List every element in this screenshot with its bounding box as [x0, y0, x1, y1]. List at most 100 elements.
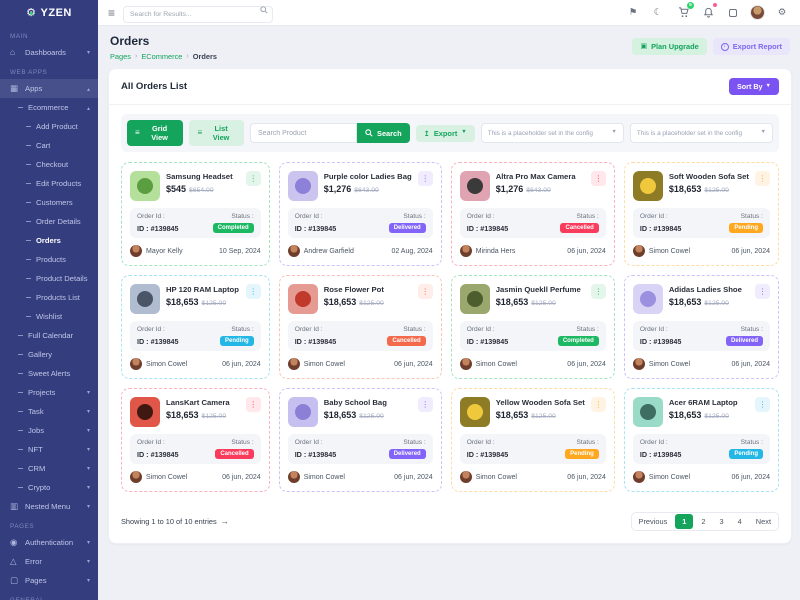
product-thumbnail — [633, 284, 663, 314]
sidebar-item-apps[interactable]: ▦Apps▾ — [0, 79, 98, 98]
pagination-previous[interactable]: Previous — [632, 514, 675, 529]
order-id-label: Order Id : — [640, 213, 668, 220]
sidebar-item-nested-menu[interactable]: ▥Nested Menu▾ — [0, 497, 98, 516]
app-logo[interactable]: ⚙ YZEN — [0, 0, 98, 26]
card-menu-button[interactable]: ⋮ — [246, 171, 261, 186]
sidebar-item-add-product[interactable]: Add Product — [0, 117, 98, 136]
sidebar-item-product-details[interactable]: Product Details — [0, 269, 98, 288]
card-menu-button[interactable]: ⋮ — [246, 397, 261, 412]
product-info: LansKart Camera$18,653$125.00 — [166, 397, 240, 420]
order-info-box: Order Id :Status :ID : #139845Delivered — [288, 208, 433, 238]
list-view-button[interactable]: ≡ List View — [189, 120, 244, 146]
user-avatar[interactable] — [750, 5, 765, 20]
card-menu-button[interactable]: ⋮ — [755, 397, 770, 412]
sidebar-item-orders[interactable]: Orders — [0, 231, 98, 250]
sidebar-item-edit-products[interactable]: Edit Products — [0, 174, 98, 193]
sidebar-item-products-list[interactable]: Products List — [0, 288, 98, 307]
plan-upgrade-label: Plan Upgrade — [651, 42, 699, 51]
status-label: Status : — [576, 326, 598, 333]
grid-view-button[interactable]: ≡ Grid View — [127, 120, 183, 146]
card-menu-button[interactable]: ⋮ — [591, 284, 606, 299]
card-menu-button[interactable]: ⋮ — [246, 284, 261, 299]
product-name: Samsung Headset — [166, 172, 240, 181]
filter-select-1-value: This is a placeholder set in the config — [488, 130, 608, 137]
card-menu-button[interactable]: ⋮ — [418, 284, 433, 299]
pages-icon: ▢ — [10, 576, 20, 585]
sidebar-item-ecommerce[interactable]: Ecommerce▾ — [0, 98, 98, 117]
sidebar-item-gallery[interactable]: Gallery — [0, 345, 98, 364]
order-card-footer: Mayor Kelly10 Sep, 2024 — [130, 245, 261, 257]
card-menu-button[interactable]: ⋮ — [755, 284, 770, 299]
sidebar-item-checkout[interactable]: Checkout — [0, 155, 98, 174]
status-badge: Cancelled — [215, 449, 253, 459]
sidebar-item-dashboards[interactable]: ⌂Dashboards▾ — [0, 43, 98, 62]
sidebar-item-crm[interactable]: CRM▾ — [0, 459, 98, 478]
flag-icon[interactable]: ⚑ — [625, 5, 641, 21]
breadcrumb-current: Orders — [193, 52, 217, 61]
filter-select-2[interactable]: This is a placeholder set in the config … — [630, 123, 773, 143]
sidebar-item-error[interactable]: △Error▾ — [0, 552, 98, 571]
pagination-page-3[interactable]: 3 — [713, 514, 731, 529]
card-menu-button[interactable]: ⋮ — [418, 171, 433, 186]
sidebar-item-jobs[interactable]: Jobs▾ — [0, 421, 98, 440]
sidebar-item-customers[interactable]: Customers — [0, 193, 98, 212]
status-badge: Completed — [558, 336, 599, 346]
chevron-down-icon: ▾ — [87, 466, 90, 472]
sort-by-label: Sort By — [737, 82, 763, 91]
breadcrumb-link[interactable]: ECommerce — [141, 52, 182, 61]
card-menu-button[interactable]: ⋮ — [755, 171, 770, 186]
sidebar-nav: MAIN⌂Dashboards▾WEB APPS▦Apps▾Ecommerce▾… — [0, 26, 98, 600]
export-report-label: Export Report — [733, 42, 782, 51]
order-labels-row: Order Id :Status : — [137, 213, 254, 220]
plan-upgrade-button[interactable]: ▣ Plan Upgrade — [632, 38, 706, 55]
sidebar-item-pages[interactable]: ▢Pages▾ — [0, 571, 98, 590]
product-price: $18,653$125.00 — [496, 410, 585, 420]
card-menu-button[interactable]: ⋮ — [591, 397, 606, 412]
status-badge: Pending — [220, 336, 254, 346]
sidebar-item-full-calendar[interactable]: Full Calendar — [0, 326, 98, 345]
settings-gear-icon[interactable]: ⚙ — [774, 5, 790, 21]
pagination-page-4[interactable]: 4 — [731, 514, 749, 529]
breadcrumb-link[interactable]: Pages — [110, 52, 131, 61]
sidebar-item-task[interactable]: Task▾ — [0, 402, 98, 421]
order-card-footer: Simon Cowel06 jun, 2024 — [288, 358, 433, 370]
order-card: Samsung Headset$545$654.00 ⋮ Order Id :Sta… — [121, 162, 270, 266]
chevron-down-icon: ▾ — [87, 390, 90, 396]
order-id-label: Order Id : — [640, 439, 668, 446]
sidebar-item-wishlist[interactable]: Wishlist — [0, 307, 98, 326]
breadcrumb-separator: › — [186, 53, 188, 60]
card-menu-button[interactable]: ⋮ — [418, 397, 433, 412]
buyer-avatar — [460, 245, 472, 257]
plan-upgrade-icon: ▣ — [640, 43, 647, 50]
pagination-page-1[interactable]: 1 — [675, 514, 693, 529]
sidebar-item-cart[interactable]: Cart — [0, 136, 98, 155]
sidebar-item-crypto[interactable]: Crypto▾ — [0, 478, 98, 497]
filter-select-1[interactable]: This is a placeholder set in the config … — [481, 123, 624, 143]
export-button[interactable]: ↥ Export ▼ — [416, 125, 475, 142]
sidebar-item-authentication[interactable]: ◉Authentication▾ — [0, 533, 98, 552]
sidebar-item-sweet-alerts[interactable]: Sweet Alerts — [0, 364, 98, 383]
sidebar-item-nft[interactable]: NFT▾ — [0, 440, 98, 459]
global-search-input[interactable] — [123, 6, 273, 23]
order-date: 06 jun, 2024 — [567, 361, 606, 368]
pagination-page-2[interactable]: 2 — [694, 514, 712, 529]
card-menu-button[interactable]: ⋮ — [591, 171, 606, 186]
notifications-icon[interactable] — [700, 5, 716, 21]
cart-icon[interactable]: 5 — [675, 5, 691, 21]
hamburger-menu-icon[interactable]: ≡ — [108, 7, 115, 19]
search-button[interactable]: Search — [357, 123, 410, 143]
dark-mode-icon[interactable]: ☾ — [650, 5, 666, 21]
dash-icon — [26, 297, 31, 298]
sidebar-item-products[interactable]: Products — [0, 250, 98, 269]
product-info: Samsung Headset$545$654.00 — [166, 171, 240, 194]
order-id-value: ID : #139845 — [137, 450, 179, 459]
fullscreen-icon[interactable] — [725, 5, 741, 21]
export-report-button[interactable]: ↓ Export Report — [713, 38, 790, 55]
product-info: Rose Flower Pot$18,653$125.00 — [324, 284, 412, 307]
sidebar-item-order-details[interactable]: Order Details — [0, 212, 98, 231]
product-search-input[interactable] — [250, 123, 357, 143]
pagination-next[interactable]: Next — [749, 514, 778, 529]
sort-by-button[interactable]: Sort By ▼ — [729, 78, 779, 95]
topbar-icons: ⚑ ☾ 5 ⚙ — [625, 5, 790, 21]
sidebar-item-projects[interactable]: Projects▾ — [0, 383, 98, 402]
